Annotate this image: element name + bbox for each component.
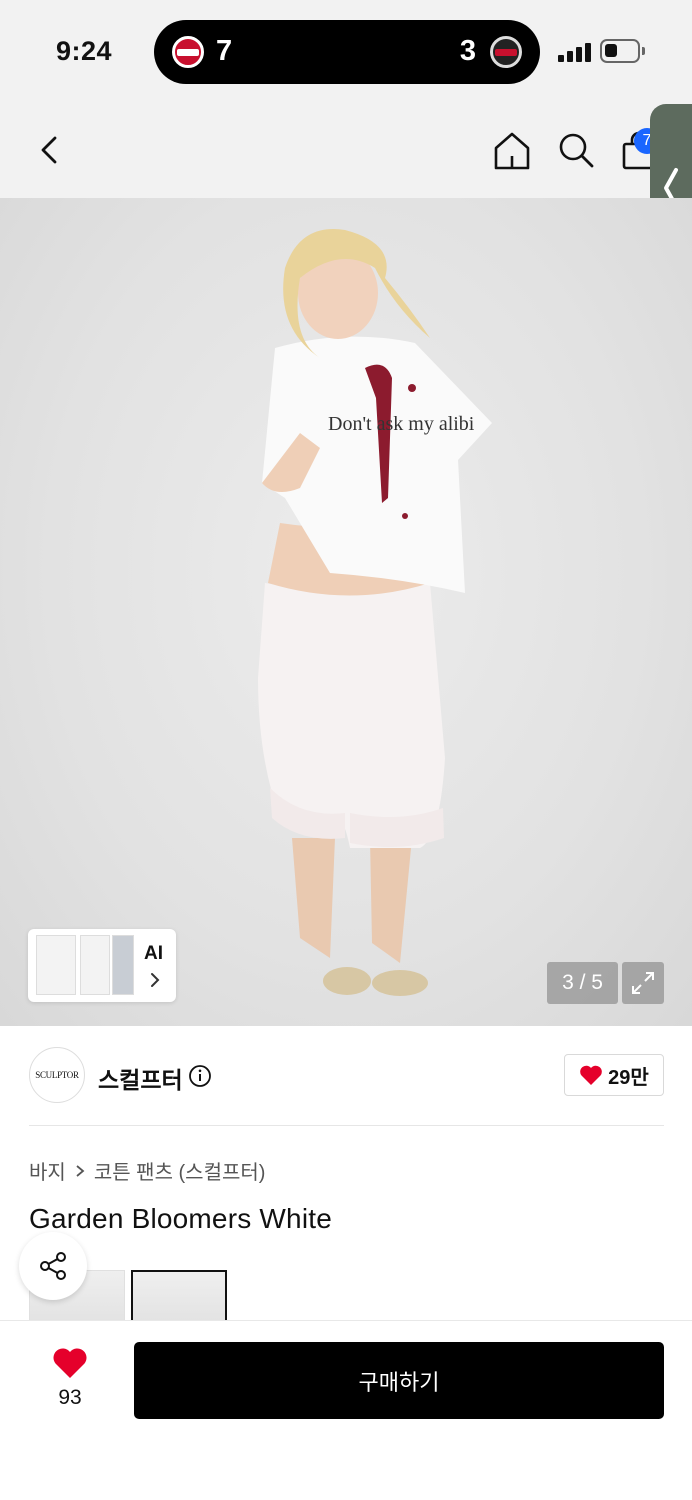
ai-thumb-image	[80, 935, 110, 995]
divider	[29, 1125, 664, 1126]
ai-thumb-image	[112, 935, 134, 995]
brand-logo-text: SCULPTOR	[35, 1070, 79, 1080]
brand-like-button[interactable]: 29만	[564, 1054, 664, 1096]
ai-recommend-card[interactable]: AI	[28, 929, 176, 1002]
status-bar: 9:24 7 3	[0, 0, 692, 100]
chevron-right-icon	[76, 1164, 85, 1177]
breadcrumb-subcategory[interactable]: 코튼 팬츠 (스컬프터)	[94, 1156, 266, 1185]
brand-name[interactable]: 스컬프터	[98, 1061, 183, 1095]
home-score: 7	[216, 35, 233, 67]
twins-logo	[172, 36, 204, 68]
product-image-gallery[interactable]: Don't ask my alibi AI 3 / 5	[0, 198, 692, 1026]
share-button[interactable]	[19, 1232, 87, 1300]
search-icon[interactable]	[554, 128, 598, 172]
product-photo: Don't ask my alibi	[258, 229, 492, 996]
buy-button[interactable]: 구매하기	[134, 1342, 664, 1419]
status-time: 9:24	[56, 36, 113, 66]
heart-icon	[580, 1065, 602, 1085]
expand-icon[interactable]	[622, 962, 664, 1004]
chevron-left-icon[interactable]	[28, 128, 72, 172]
away-score: 3	[459, 35, 476, 67]
battery-icon	[600, 39, 645, 63]
image-counter: 3 / 5	[547, 962, 618, 1004]
share-icon	[40, 1252, 66, 1280]
live-score-pill[interactable]: 7 3	[154, 20, 540, 84]
wiz-logo	[490, 36, 522, 68]
brand-like-count: 29만	[608, 1066, 649, 1089]
info-icon[interactable]	[188, 1064, 212, 1088]
product-title: Garden Bloomers White	[29, 1203, 332, 1234]
ai-label: AI	[144, 943, 163, 964]
tshirt-print-text: Don't ask my alibi	[328, 413, 475, 435]
chevron-right-icon	[151, 973, 160, 987]
ai-thumb-image	[36, 935, 76, 995]
brand-logo[interactable]: SCULPTOR	[29, 1047, 85, 1103]
color-option-thumb-selected[interactable]	[131, 1270, 227, 1322]
heart-icon[interactable]	[52, 1346, 88, 1380]
home-icon[interactable]	[490, 128, 534, 172]
breadcrumb-category[interactable]: 바지	[29, 1156, 66, 1185]
top-nav-bar	[0, 100, 692, 198]
breadcrumb: 바지 코튼 팬츠 (스컬프터)	[29, 1156, 265, 1185]
wish-count: 93	[58, 1386, 82, 1409]
cellular-signal-icon	[558, 42, 592, 62]
